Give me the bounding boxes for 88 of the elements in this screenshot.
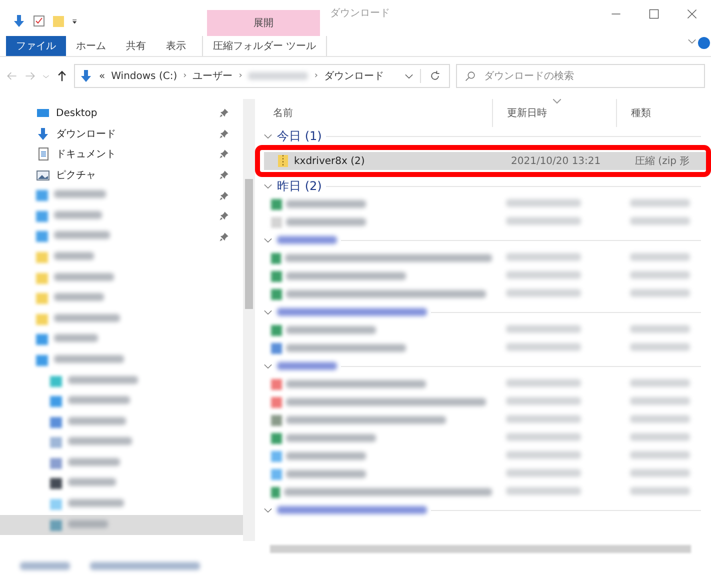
column-header[interactable]: 更新日時 xyxy=(492,99,616,127)
file-name: kxdriver8x (2) xyxy=(294,156,365,166)
blurred-text xyxy=(68,458,120,466)
close-icon xyxy=(687,9,697,19)
ribbon-tab[interactable]: 表示 xyxy=(156,36,196,56)
date-cell-text: 2021/10/20 13:21 xyxy=(510,156,602,166)
blurred-text xyxy=(630,342,690,350)
ribbon-tab[interactable]: ファイル xyxy=(6,36,66,56)
search-icon xyxy=(465,69,476,83)
maximize-icon xyxy=(649,9,659,19)
blurred-text xyxy=(54,293,104,302)
blurred-text xyxy=(630,414,690,422)
blurred-text xyxy=(630,432,690,440)
context-tab-group: 展開 xyxy=(207,10,320,36)
blurred-text xyxy=(54,210,102,219)
blurred-text xyxy=(54,231,110,240)
refresh-icon xyxy=(429,69,441,83)
document-icon xyxy=(36,147,50,162)
blurred-text xyxy=(68,376,138,384)
up-button[interactable] xyxy=(56,69,68,83)
checklist-icon xyxy=(32,14,46,28)
path-segment[interactable]: ダウンロード xyxy=(324,69,384,83)
up-arrow-icon xyxy=(56,69,68,83)
blurred-text xyxy=(630,288,690,296)
blurred-text xyxy=(277,362,337,370)
blurred-text xyxy=(68,437,132,446)
blurred-text xyxy=(68,396,130,404)
blurred-text xyxy=(630,270,690,278)
blurred-text xyxy=(630,396,690,404)
down-arrow-icon xyxy=(79,69,93,83)
pin-icon xyxy=(219,211,229,222)
blurred-text xyxy=(630,324,690,332)
down-arrow-icon xyxy=(12,14,26,28)
blurred-text xyxy=(630,198,690,206)
blurred-text xyxy=(54,190,106,198)
blurred-folder-item[interactable] xyxy=(0,514,243,536)
down-arrow-icon xyxy=(36,126,50,141)
path-separator: › xyxy=(183,71,187,81)
column-header[interactable]: 名前 xyxy=(259,99,492,127)
folder-icon xyxy=(52,14,66,28)
blurred-text xyxy=(54,354,124,363)
type-cell-text: 圧縮 (zip 形 xyxy=(634,154,691,168)
blurred-text xyxy=(630,450,690,458)
nav-item[interactable]: Desktop xyxy=(0,103,243,124)
blurred-text xyxy=(68,520,108,528)
blurred-text xyxy=(277,236,337,244)
group-header[interactable]: 昨日 (2) xyxy=(277,178,322,194)
column-header[interactable]: 種類 xyxy=(616,99,711,127)
pin-icon xyxy=(219,170,229,180)
group-header[interactable]: 今日 (1) xyxy=(277,128,322,144)
path-separator: › xyxy=(238,71,242,81)
blurred-text xyxy=(630,252,690,260)
pin-icon xyxy=(219,232,229,242)
blurred-text xyxy=(630,216,690,224)
path-separator: › xyxy=(314,71,318,81)
ribbon-tab[interactable]: 圧縮フォルダー ツール xyxy=(202,36,328,56)
sort-caret-icon xyxy=(553,99,561,104)
blurred-text xyxy=(630,468,690,476)
window-title: ダウンロード xyxy=(330,7,391,20)
path-segment[interactable]: Windows (C:) xyxy=(111,70,178,82)
blurred-text xyxy=(54,314,120,322)
blurred-text xyxy=(630,486,690,494)
ribbon-tab[interactable]: ホーム xyxy=(66,36,116,56)
overflow-chevron[interactable]: « xyxy=(99,70,106,82)
help-icon xyxy=(697,36,711,50)
blurred-text xyxy=(630,378,690,386)
blurred-text xyxy=(68,499,124,508)
blurred-text xyxy=(68,416,126,425)
picture-icon xyxy=(36,168,50,182)
blurred-text xyxy=(20,562,70,570)
file-row[interactable]: kxdriver8x (2) 2021/10/20 13:21 圧縮 (zip 形 xyxy=(264,152,706,170)
pin-icon xyxy=(219,149,229,160)
address-bar[interactable]: « Windows (C:) › ユーザー › › ダウンロード xyxy=(74,64,450,88)
pin-icon xyxy=(219,108,229,118)
search-field[interactable]: ダウンロードの検索 xyxy=(456,64,705,88)
blurred-text xyxy=(54,272,114,281)
pin-icon xyxy=(219,190,229,201)
nav-item[interactable]: ドキュメント xyxy=(0,144,243,165)
blurred-text xyxy=(68,478,116,486)
path-segment[interactable]: ユーザー xyxy=(192,69,233,83)
zip-folder-icon xyxy=(276,154,290,168)
nav-item[interactable]: ダウンロード xyxy=(0,124,243,144)
blurred-text xyxy=(248,72,308,80)
ribbon-tab[interactable]: 共有 xyxy=(116,36,156,56)
blurred-text xyxy=(54,334,98,342)
blurred-text xyxy=(54,252,94,260)
pin-icon xyxy=(219,128,229,139)
nav-item[interactable]: ピクチャ xyxy=(0,164,243,186)
